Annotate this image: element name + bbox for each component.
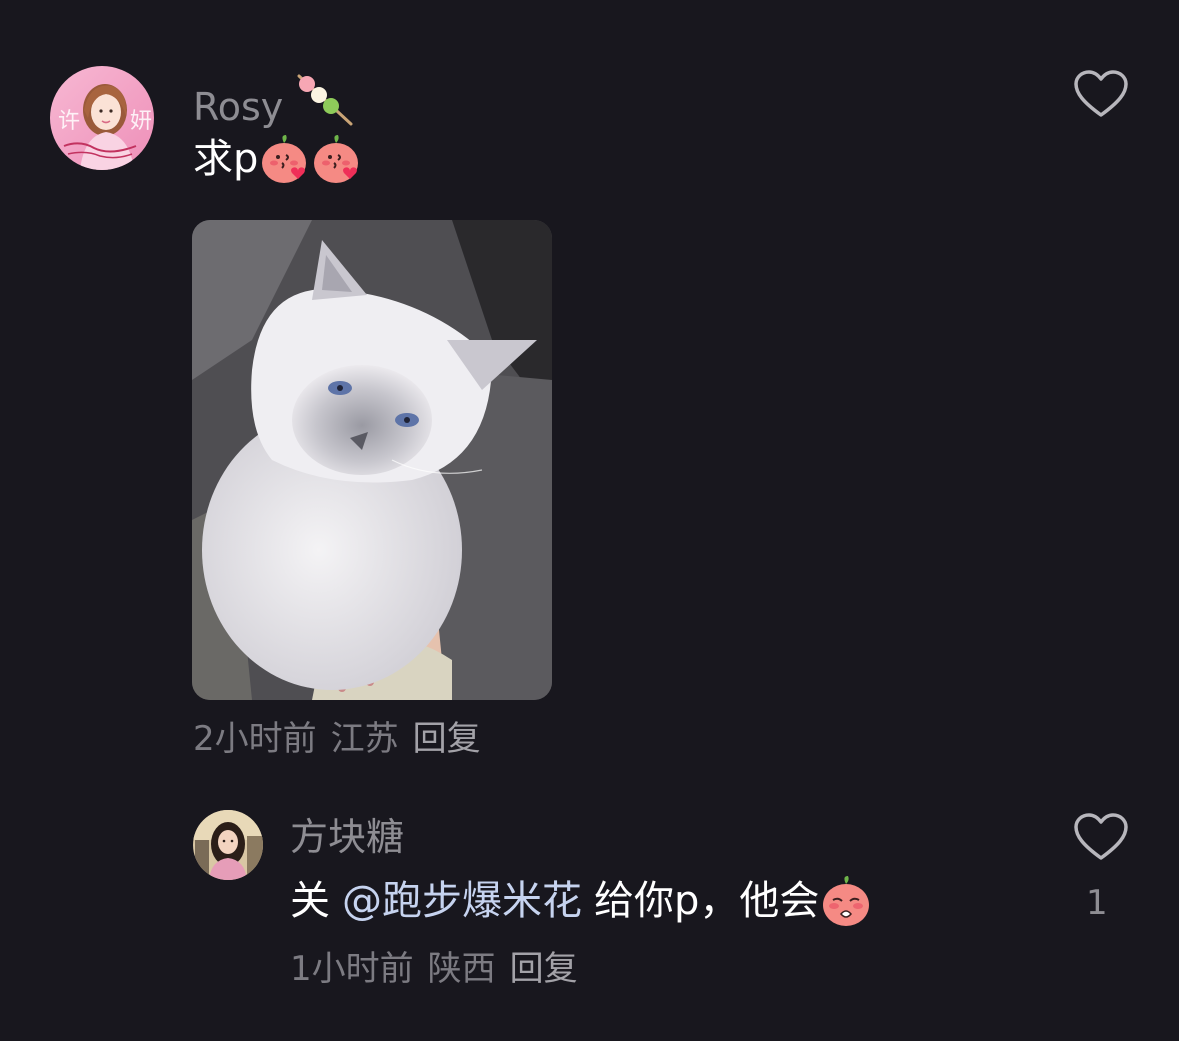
avatar[interactable]: 许 妍: [50, 66, 154, 170]
pleading-face-emoji: [823, 876, 870, 926]
reply-text-prefix: 关: [290, 878, 330, 924]
reply-text-suffix: 给你p，他会: [594, 878, 820, 924]
comment-username-label: Rosy: [193, 85, 284, 129]
comment-thread: 许 妍 Rosy 求p 2小时前 江苏 回复 方块糖 关 @跑步爆米花 给你p，…: [0, 0, 1179, 1041]
svg-text:妍: 妍: [130, 109, 152, 134]
comment-location: 江苏: [330, 719, 399, 759]
reply-to-reply-button[interactable]: 回复: [510, 952, 578, 986]
comment-text-prefix: 求p: [193, 136, 259, 182]
like-count: 1: [1086, 883, 1108, 923]
reply-meta: 1小时前 陕西 回复: [290, 952, 578, 986]
kissing-face-emoji: [262, 135, 307, 183]
reply-time: 1小时前: [290, 949, 414, 989]
reply-avatar[interactable]: [193, 810, 263, 880]
comment-meta: 2小时前 江苏 回复: [193, 722, 481, 756]
kissing-face-emoji: [314, 135, 359, 183]
comment-text: 求p: [193, 132, 362, 186]
reply-location: 陕西: [427, 949, 496, 989]
like-button[interactable]: [1073, 70, 1129, 120]
cat-photo[interactable]: [192, 220, 552, 700]
heart-outline-icon: [1074, 813, 1128, 860]
svg-text:许: 许: [58, 109, 80, 134]
dango-icon: [297, 74, 353, 126]
reply-username[interactable]: 方块糖: [290, 818, 404, 856]
reply-text: 关 @跑步爆米花 给你p，他会: [290, 872, 873, 930]
mention-link[interactable]: @跑步爆米花: [342, 881, 582, 921]
reply-button[interactable]: 回复: [413, 722, 481, 756]
heart-outline-icon: [1074, 70, 1128, 117]
reply-like-button[interactable]: [1073, 813, 1129, 863]
comment-time: 2小时前: [193, 719, 317, 759]
comment-username[interactable]: Rosy: [193, 74, 355, 130]
